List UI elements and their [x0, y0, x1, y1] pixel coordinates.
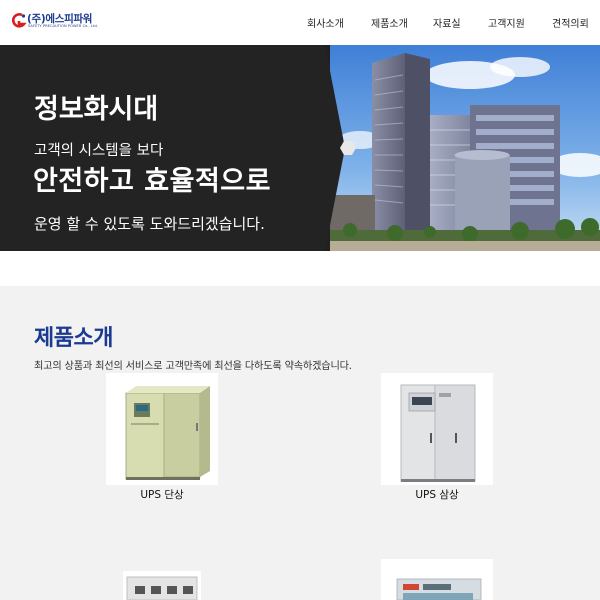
- products-title: 제품소개: [34, 326, 113, 351]
- hero-line-3: 운영 할 수 있도록 도와드리겠습니다.: [34, 215, 265, 233]
- product-card-partial-1[interactable]: [123, 571, 201, 600]
- nav-library[interactable]: 자료실: [433, 15, 461, 31]
- product-card-ups-three-phase[interactable]: UPS 삼상: [381, 373, 493, 503]
- nav-support[interactable]: 고객지원: [488, 15, 525, 31]
- logo-mark-icon: [11, 13, 27, 28]
- hero-line-1: 고객의 시스템을 보다: [34, 143, 164, 159]
- product-image-partial-2: [381, 559, 493, 600]
- hero-headline: 정보화시대: [34, 94, 159, 125]
- product-card-partial-2[interactable]: [381, 559, 493, 600]
- product-image-ups-three-phase: [381, 373, 493, 485]
- logo-subtext: SAFETY PRECAUTION POWER Co., Ltd.: [28, 24, 99, 28]
- ups-cabinet-icon: [400, 384, 476, 482]
- control-panel-icon: [396, 578, 482, 600]
- product-image-partial-1: [123, 571, 201, 600]
- products-section: 제품소개 최고의 상품과 최선의 서비스로 고객만족에 최선을 다하도록 약속하…: [0, 286, 600, 600]
- nav-products[interactable]: 제품소개: [371, 15, 408, 31]
- product-card-ups-single[interactable]: UPS 단상: [106, 373, 218, 503]
- site-header: (주)에스피파워 SAFETY PRECAUTION POWER Co., Lt…: [0, 0, 600, 45]
- ups-cabinet-icon: [125, 386, 210, 480]
- product-label-ups-three-phase: UPS 삼상: [415, 489, 459, 501]
- products-description: 최고의 상품과 최선의 서비스로 고객만족에 최선을 다하도록 약속하겠습니다.: [34, 361, 352, 372]
- control-panel-icon: [126, 576, 198, 600]
- nav-quote[interactable]: 견적의뢰: [552, 15, 589, 31]
- nav-company[interactable]: 회사소개: [307, 15, 344, 31]
- company-logo[interactable]: (주)에스피파워 SAFETY PRECAUTION POWER Co., Lt…: [10, 11, 98, 31]
- product-image-ups-single: [106, 373, 218, 485]
- hero-line-2: 안전하고 효율적으로: [33, 166, 271, 197]
- hero-banner: 정보화시대 고객의 시스템을 보다 안전하고 효율적으로 운영 할 수 있도록 …: [0, 45, 600, 251]
- product-label-ups-single: UPS 단상: [140, 489, 184, 501]
